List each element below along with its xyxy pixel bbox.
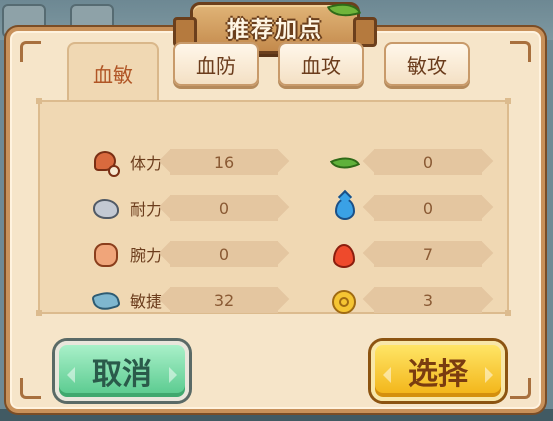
meat-icon <box>92 149 120 177</box>
tab-blood-agility[interactable]: 血敏 <box>67 42 159 102</box>
wind-swirl-icon <box>330 287 356 314</box>
tab-label: 血攻 <box>301 53 341 78</box>
tab-blood-attack[interactable]: 血攻 <box>278 42 364 86</box>
wing-icon <box>91 287 121 314</box>
stat-row-earth: 0 <box>329 148 482 176</box>
water-drop-icon <box>330 195 356 221</box>
stat-value: 0 <box>374 149 482 175</box>
tab-blood-defense[interactable]: 血防 <box>173 42 259 86</box>
stat-row-water: 0 <box>330 194 482 222</box>
cancel-button[interactable]: 取消 <box>55 341 189 401</box>
stat-row-strength: 腕力 0 <box>92 240 278 268</box>
stat-row-wind: 3 <box>330 286 482 314</box>
game-screen: 推荐加点 血敏 血防 血攻 敏攻 体力 16 耐力 0 腕力 0 敏捷 32 0… <box>0 0 553 421</box>
fire-icon <box>330 241 356 268</box>
tab-label: 血敏 <box>93 62 133 87</box>
stat-row-fire: 7 <box>330 240 482 268</box>
select-button[interactable]: 选择 <box>371 341 505 401</box>
select-button-label: 选择 <box>408 357 468 392</box>
stat-value: 0 <box>170 241 278 267</box>
stat-value: 0 <box>374 195 482 221</box>
stat-row-stamina: 体力 16 <box>92 148 278 177</box>
leaf-decoration-icon <box>326 0 362 24</box>
fist-icon <box>92 241 118 267</box>
tab-label: 血防 <box>196 53 236 78</box>
stat-row-endurance: 耐力 0 <box>92 194 278 222</box>
leaf-icon <box>329 149 361 176</box>
dialog-title: 推荐加点 <box>226 18 323 43</box>
stat-value: 3 <box>374 287 482 313</box>
tab-agility-attack[interactable]: 敏攻 <box>384 42 470 86</box>
stat-value: 16 <box>170 149 278 175</box>
stat-value: 32 <box>170 287 278 313</box>
stats-panel: 体力 16 耐力 0 腕力 0 敏捷 32 0 0 7 3 <box>36 98 511 316</box>
cancel-button-label: 取消 <box>92 357 152 392</box>
stat-value: 0 <box>170 195 278 221</box>
stat-value: 7 <box>374 241 482 267</box>
stat-row-agility: 敏捷 32 <box>91 286 278 314</box>
tab-label: 敏攻 <box>407 53 447 78</box>
stone-icon <box>92 195 119 221</box>
